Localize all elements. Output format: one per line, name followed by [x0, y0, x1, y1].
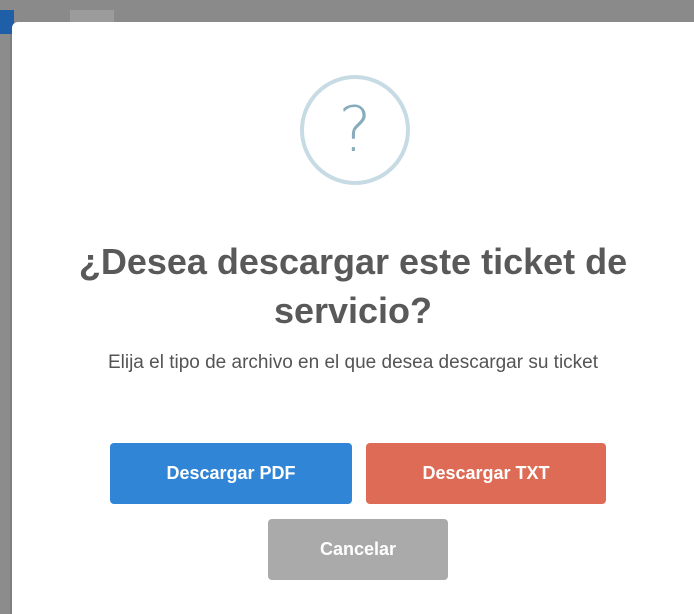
background-left-edge — [0, 34, 10, 614]
question-mark-icon: ? — [300, 75, 410, 185]
download-pdf-button[interactable]: Descargar PDF — [110, 443, 352, 504]
cancel-button[interactable]: Cancelar — [268, 519, 448, 580]
download-dialog: ? ¿Desea descargar este ticket de servic… — [12, 22, 694, 614]
dialog-title: ¿Desea descargar este ticket de servicio… — [78, 241, 628, 331]
dialog-text: Elija el tipo de archivo en el que desea… — [107, 352, 599, 373]
question-mark-glyph: ? — [338, 93, 372, 166]
download-txt-button[interactable]: Descargar TXT — [366, 443, 606, 504]
